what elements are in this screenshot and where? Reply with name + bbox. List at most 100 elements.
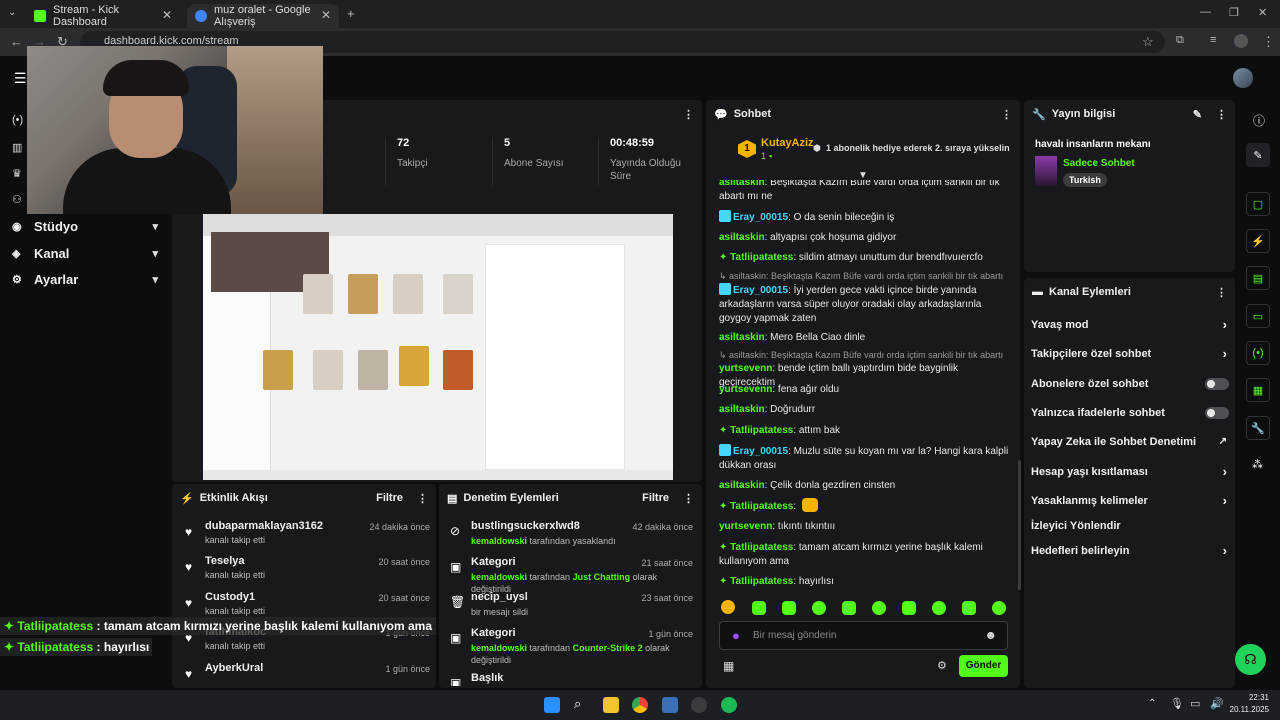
chrome-icon[interactable] bbox=[632, 697, 648, 713]
tab-search-icon[interactable]: ⌄ bbox=[8, 7, 16, 18]
close-tab-icon[interactable]: ✕ bbox=[321, 8, 331, 22]
action-goals[interactable]: Hedefleri belirleyin › bbox=[1031, 543, 1227, 558]
back-icon[interactable]: ← bbox=[10, 34, 23, 49]
maximize-icon[interactable]: ❐ bbox=[1229, 6, 1239, 19]
action-raid[interactable]: İzleyici Yönlendir bbox=[1031, 520, 1227, 532]
taskbar-search-icon[interactable]: ⌕ bbox=[574, 696, 581, 712]
tab-google-shopping[interactable]: muz oralet - Google Alışveriş ✕ bbox=[187, 4, 339, 28]
chat-username[interactable]: Tatliipatatess bbox=[730, 425, 793, 436]
emote-icon[interactable] bbox=[962, 601, 976, 615]
live-broadcast-icon[interactable]: (•) bbox=[12, 114, 23, 126]
emotes-only-toggle[interactable] bbox=[1205, 407, 1229, 419]
tab-kick-dashboard[interactable]: Stream - Kick Dashboard ✕ bbox=[26, 4, 180, 28]
send-button[interactable]: Gönder bbox=[959, 655, 1008, 677]
more-options-icon[interactable]: ⋮ bbox=[683, 492, 694, 505]
minimize-icon[interactable]: — bbox=[1200, 6, 1211, 18]
more-tools-icon[interactable]: ⁂ bbox=[1252, 458, 1263, 471]
category-link[interactable]: Sadece Sohbet bbox=[1063, 158, 1135, 169]
layout-rail-button[interactable]: ▦ bbox=[1246, 378, 1270, 402]
more-options-icon[interactable]: ⋮ bbox=[1216, 286, 1227, 299]
tools-rail-button[interactable]: 🔧 bbox=[1246, 416, 1270, 440]
filter-button[interactable]: Filtre bbox=[642, 492, 669, 504]
chat-username[interactable]: Eray_00015 bbox=[733, 446, 788, 457]
lightning-rail-button[interactable]: ⚡ bbox=[1246, 229, 1270, 253]
action-slow-mode[interactable]: Yavaş mod › bbox=[1031, 317, 1227, 332]
chat-username[interactable]: asiltaskin bbox=[719, 332, 765, 343]
extensions-icon[interactable]: ⧉ bbox=[1176, 34, 1184, 47]
emoji-picker-icon[interactable]: ☻ bbox=[984, 628, 997, 642]
analytics-icon[interactable]: ▥ bbox=[12, 141, 22, 154]
emote-icon[interactable] bbox=[782, 601, 796, 615]
microphone-icon[interactable]: ● bbox=[732, 628, 740, 643]
chat-rail-button[interactable]: ▭ bbox=[1246, 304, 1270, 328]
broadcast-rail-button[interactable]: (•) bbox=[1246, 341, 1270, 365]
more-options-icon[interactable]: ⋮ bbox=[1001, 108, 1012, 121]
new-tab-icon[interactable]: + bbox=[347, 6, 355, 21]
emote-icon[interactable] bbox=[812, 601, 826, 615]
emote-icon[interactable] bbox=[842, 601, 856, 615]
windows-start-icon[interactable] bbox=[544, 697, 560, 713]
action-banned-words[interactable]: Yasaklanmış kelimeler › bbox=[1031, 493, 1227, 508]
more-options-icon[interactable]: ⋮ bbox=[417, 492, 428, 505]
chat-settings-gear-icon[interactable]: ⚙ bbox=[937, 659, 947, 672]
more-options-icon[interactable]: ⋮ bbox=[1216, 108, 1227, 121]
emote-icon[interactable] bbox=[752, 601, 766, 615]
filter-button[interactable]: Filtre bbox=[376, 492, 403, 504]
close-window-icon[interactable]: ✕ bbox=[1258, 6, 1267, 19]
emote-icon[interactable] bbox=[992, 601, 1006, 615]
list-item[interactable]: ▣ Başlık bbox=[447, 672, 693, 686]
action-ai-moderation[interactable]: Yapay Zeka ile Sohbet Denetimi ↗ bbox=[1031, 436, 1227, 448]
clip-rail-button[interactable]: ▢ bbox=[1246, 192, 1270, 216]
chat-username[interactable]: asiltaskin bbox=[719, 404, 765, 415]
reading-list-icon[interactable]: ≡ bbox=[1210, 34, 1216, 46]
spotify-icon[interactable] bbox=[721, 697, 737, 713]
chat-username[interactable]: Tatliipatatess bbox=[730, 542, 793, 553]
chat-input[interactable]: ● Bir mesaj gönderin ☻ bbox=[719, 621, 1008, 650]
obs-icon[interactable] bbox=[691, 697, 707, 713]
top-gifter-name[interactable]: KutayAziz bbox=[761, 137, 814, 149]
chat-username[interactable]: asiltaskin bbox=[719, 480, 765, 491]
chat-store-icon[interactable]: ▦ bbox=[723, 659, 734, 673]
support-headset-button[interactable]: ☊ bbox=[1235, 644, 1266, 675]
chat-username[interactable]: Tatliipatatess bbox=[730, 252, 793, 263]
community-icon[interactable]: ⚇ bbox=[12, 193, 22, 206]
chat-scrollbar[interactable] bbox=[1018, 460, 1021, 590]
chat-username[interactable]: Eray_00015 bbox=[733, 285, 788, 296]
info-icon[interactable]: ⓘ bbox=[1253, 112, 1265, 129]
achievements-trophy-icon[interactable]: ♛ bbox=[12, 167, 22, 180]
emote-icon[interactable] bbox=[872, 601, 886, 615]
emote-icon[interactable] bbox=[902, 601, 916, 615]
photos-app-icon[interactable] bbox=[662, 697, 678, 713]
bookmark-star-icon[interactable]: ☆ bbox=[1142, 34, 1154, 50]
sidebar-item-studio[interactable]: ◉ Stüdyo ▾ bbox=[12, 219, 160, 234]
more-options-icon[interactable]: ⋮ bbox=[683, 108, 694, 121]
stream-video-preview[interactable] bbox=[203, 214, 673, 480]
notes-rail-button[interactable]: ▤ bbox=[1246, 266, 1270, 290]
action-account-age[interactable]: Hesap yaşı kısıtlaması › bbox=[1031, 464, 1227, 479]
chat-username[interactable]: Tatliipatatess bbox=[730, 501, 793, 512]
sidebar-item-channel[interactable]: ◈ Kanal ▾ bbox=[12, 246, 160, 261]
emote-icon[interactable] bbox=[721, 600, 735, 614]
microphone-tray-icon[interactable]: 🎙 bbox=[1170, 697, 1184, 710]
chat-username[interactable]: yurtsevenn bbox=[719, 521, 772, 532]
profile-avatar-icon[interactable] bbox=[1234, 34, 1248, 48]
sidebar-item-settings[interactable]: ⚙ Ayarlar ▾ bbox=[12, 272, 160, 287]
clock-time[interactable]: 22:31 bbox=[1229, 693, 1269, 702]
pencil-edit-icon[interactable]: ✎ bbox=[1193, 108, 1202, 121]
chat-username[interactable]: asiltaskin bbox=[719, 232, 765, 243]
chat-username[interactable]: Tatliipatatess bbox=[730, 576, 793, 587]
emote-icon[interactable] bbox=[932, 601, 946, 615]
clock-date[interactable]: 20.11.2025 bbox=[1222, 705, 1269, 714]
close-tab-icon[interactable]: ✕ bbox=[162, 8, 172, 22]
network-icon[interactable]: ▭ bbox=[1190, 697, 1200, 710]
user-avatar[interactable] bbox=[1233, 68, 1253, 88]
hamburger-menu-icon[interactable]: ☰ bbox=[14, 70, 27, 87]
chat-username[interactable]: yurtsevenn bbox=[719, 384, 772, 395]
subscribers-only-toggle[interactable] bbox=[1205, 378, 1229, 390]
action-followers-only[interactable]: Takipçilere özel sohbet › bbox=[1031, 346, 1227, 361]
chat-username[interactable]: yurtsevenn bbox=[719, 363, 772, 374]
chat-username[interactable]: Eray_00015 bbox=[733, 212, 788, 223]
chat-collapse-icon[interactable]: ▼ bbox=[858, 170, 868, 181]
system-tray-chevron-icon[interactable]: ⌃ bbox=[1148, 698, 1156, 709]
edit-stream-rail-button[interactable]: ✎ bbox=[1246, 143, 1270, 167]
